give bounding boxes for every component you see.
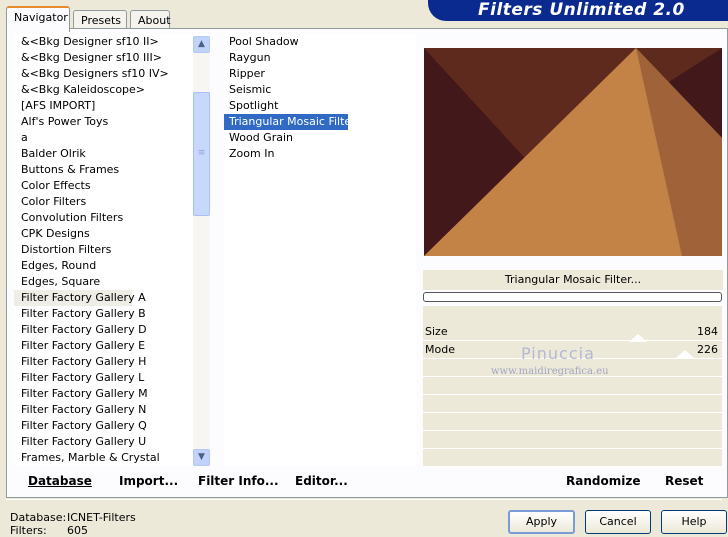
param-row-size[interactable]: Size 184 [423, 324, 722, 341]
category-item[interactable]: Filter Factory Gallery A [14, 290, 146, 306]
category-item[interactable]: Buttons & Frames [14, 162, 210, 178]
filter-item[interactable]: Pool Shadow [224, 34, 416, 50]
param-row-empty [423, 414, 722, 431]
category-item[interactable]: &<Bkg Designer sf10 III> [14, 50, 210, 66]
category-item[interactable]: a [14, 130, 210, 146]
help-button[interactable]: Help [661, 510, 727, 534]
category-item[interactable]: Filter Factory Gallery D [14, 322, 210, 338]
category-item[interactable]: Filter Factory Gallery E [14, 338, 210, 354]
category-item[interactable]: Filter Factory Gallery B [14, 306, 210, 322]
scroll-thumb[interactable]: ≡ [193, 92, 210, 216]
category-item[interactable]: &<Bkg Designer sf10 II> [14, 34, 210, 50]
category-item[interactable]: CPK Designs [14, 226, 210, 242]
mode-slider-marker[interactable] [676, 350, 694, 358]
category-item[interactable]: &<Bkg Designers sf10 IV> [14, 66, 210, 82]
category-item[interactable]: Color Filters [14, 194, 210, 210]
filter-list[interactable]: Pool Shadow Raygun Ripper Seismic Spotlight T… [224, 34, 416, 466]
tab-about[interactable]: About [130, 10, 171, 30]
size-slider-marker[interactable] [629, 334, 647, 342]
cancel-button[interactable]: Cancel [585, 510, 651, 534]
randomize-button[interactable]: Randomize [566, 474, 640, 488]
filter-info-button[interactable]: Filter Info... [198, 474, 279, 488]
category-item[interactable]: Filter Factory Gallery L [14, 370, 210, 386]
scroll-down-icon[interactable]: ▼ [193, 449, 210, 466]
parameter-panel: Size 184 Mode 226 [423, 306, 722, 467]
progress-bar [423, 292, 722, 302]
tab-presets[interactable]: Presets [73, 10, 127, 30]
param-row-empty [423, 432, 722, 449]
category-item[interactable]: Filter Factory Gallery M [14, 386, 210, 402]
database-info: Database: ICNET-Filters [10, 511, 136, 524]
filter-item[interactable]: Spotlight [224, 98, 416, 114]
import-button[interactable]: Import... [119, 474, 178, 488]
filter-item[interactable]: Ripper [224, 66, 416, 82]
filters-info: Filters: 605 [10, 524, 88, 537]
filters-info-label: Filters: [10, 524, 47, 537]
category-item[interactable]: Edges, Square [14, 274, 210, 290]
category-item[interactable]: &<Bkg Kaleidoscope> [14, 82, 210, 98]
filter-preview [424, 48, 722, 256]
filter-item[interactable]: Triangular Mosaic Filter... [224, 114, 365, 130]
database-label: Database [28, 474, 92, 488]
filter-item[interactable]: Seismic [224, 82, 416, 98]
editor-button[interactable]: Editor... [295, 474, 348, 488]
param-value-mode: 226 [697, 343, 718, 356]
param-row-empty [423, 396, 722, 413]
category-item[interactable]: Filter Factory Gallery Q [14, 418, 210, 434]
param-value-size: 184 [697, 325, 718, 338]
watermark-name: Pinuccia [521, 344, 595, 363]
category-item[interactable]: Balder Olrik [14, 146, 210, 162]
category-item[interactable]: Color Effects [14, 178, 210, 194]
param-row-empty [423, 378, 722, 395]
scroll-up-icon[interactable]: ▲ [193, 36, 210, 53]
category-item[interactable]: Filter Factory Gallery H [14, 354, 210, 370]
filter-item[interactable]: Raygun [224, 50, 416, 66]
category-item[interactable]: [AFS IMPORT] [14, 98, 210, 114]
category-item[interactable]: Edges, Round [14, 258, 210, 274]
database-info-value: ICNET-Filters [67, 511, 136, 524]
category-list[interactable]: &<Bkg Designer sf10 II> &<Bkg Designer sf… [14, 34, 210, 466]
param-label-mode: Mode [425, 343, 455, 356]
category-item[interactable]: Frames, Marble & Crystal [14, 450, 210, 466]
param-label-size: Size [425, 325, 448, 338]
category-item[interactable]: Alf's Power Toys [14, 114, 210, 130]
preview-image [424, 48, 722, 256]
footer-separator [6, 499, 722, 500]
reset-button[interactable]: Reset [665, 474, 703, 488]
filter-item[interactable]: Zoom In [224, 146, 416, 162]
param-row-empty [423, 450, 722, 467]
category-item[interactable]: Distortion Filters [14, 242, 210, 258]
current-filter-name: Triangular Mosaic Filter... [423, 270, 723, 290]
filter-item[interactable]: Wood Grain [224, 130, 416, 146]
app-title-banner: Filters Unlimited 2.0 [428, 0, 728, 21]
database-button[interactable]: Database [28, 474, 92, 488]
watermark-url: www.maidiregrafica.eu [491, 366, 609, 377]
category-item[interactable]: Convolution Filters [14, 210, 210, 226]
category-scrollbar[interactable]: ▲ ≡ ▼ [193, 36, 210, 466]
filters-info-value: 605 [67, 524, 88, 537]
apply-button[interactable]: Apply [508, 510, 575, 534]
tab-navigator[interactable]: Navigator [6, 6, 70, 32]
category-item[interactable]: Filter Factory Gallery N [14, 402, 210, 418]
category-item[interactable]: Filter Factory Gallery U [14, 434, 210, 450]
database-info-label: Database: [10, 511, 67, 524]
